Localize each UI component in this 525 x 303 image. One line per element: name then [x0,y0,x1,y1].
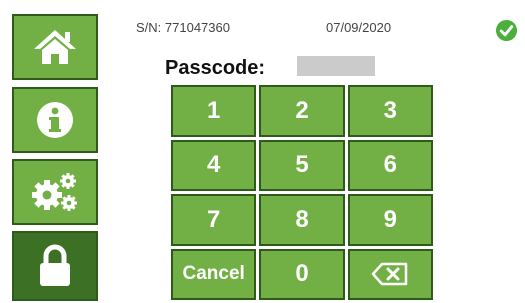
backspace-button[interactable] [347,248,433,300]
key-2[interactable]: 2 [259,85,345,137]
key-9[interactable]: 9 [347,194,433,246]
key-6[interactable]: 6 [347,139,433,191]
date-display: 07/09/2020 [326,20,392,35]
passcode-label: Passcode: [165,57,266,79]
settings-button[interactable] [12,159,98,225]
passcode-field[interactable] [297,56,375,76]
home-icon [34,30,76,64]
check-circle-icon [495,19,518,42]
key-0[interactable]: 0 [259,248,345,300]
key-5[interactable]: 5 [259,139,345,191]
key-1[interactable]: 1 [171,85,257,137]
lock-button[interactable] [12,231,98,301]
sidebar [0,0,105,303]
info-button[interactable] [12,87,98,153]
backspace-icon [372,263,408,286]
key-8[interactable]: 8 [259,194,345,246]
home-button[interactable] [12,14,98,80]
keypad: 1 2 3 4 5 6 7 8 9 Cancel 0 [171,85,433,300]
lock-icon [40,244,70,286]
key-3[interactable]: 3 [347,85,433,137]
key-7[interactable]: 7 [171,194,257,246]
serial-number: S/N: 771047360 [136,20,230,35]
info-icon [37,102,73,138]
key-4[interactable]: 4 [171,139,257,191]
cancel-button[interactable]: Cancel [171,248,257,300]
gears-icon [32,173,77,211]
